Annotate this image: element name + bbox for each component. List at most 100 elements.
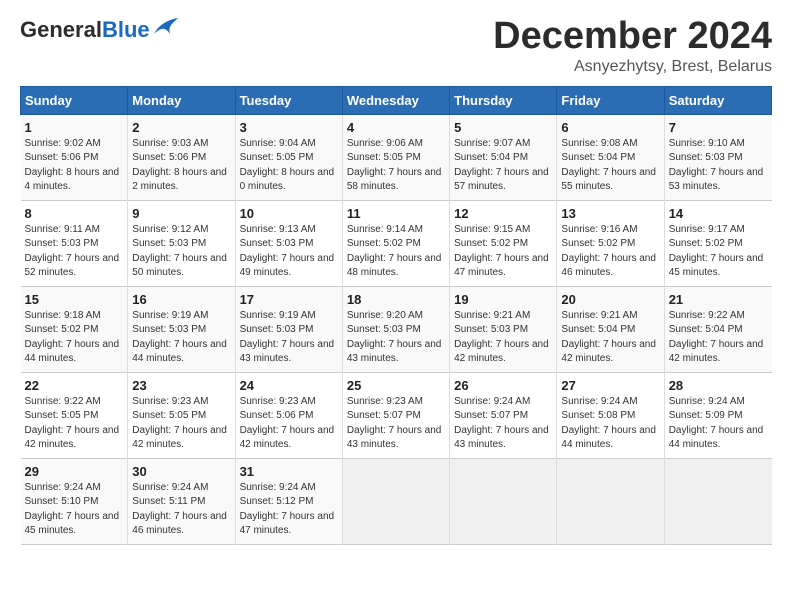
day-info: Sunrise: 9:03 AMSunset: 5:06 PMDaylight:…: [132, 137, 230, 195]
day-number: 19: [454, 292, 552, 307]
day-cell: 17Sunrise: 9:19 AMSunset: 5:03 PMDayligh…: [235, 286, 342, 372]
day-info: Sunrise: 9:24 AMSunset: 5:10 PMDaylight:…: [25, 481, 124, 539]
day-info: Sunrise: 9:06 AMSunset: 5:05 PMDaylight:…: [347, 137, 445, 195]
day-cell: 8 Sunrise: 9:11 AMSunset: 5:03 PMDaylight…: [21, 200, 128, 286]
day-header-saturday: Saturday: [664, 86, 771, 114]
day-cell: 27Sunrise: 9:24 AMSunset: 5:08 PMDayligh…: [557, 372, 664, 458]
day-cell: 22 Sunrise: 9:22 AMSunset: 5:05 PMDayligh…: [21, 372, 128, 458]
day-header-friday: Friday: [557, 86, 664, 114]
day-number: 31: [240, 464, 338, 479]
day-info: Sunrise: 9:21 AMSunset: 5:04 PMDaylight:…: [561, 309, 659, 367]
day-number: 9: [132, 206, 230, 221]
day-number: 6: [561, 120, 659, 135]
day-number: 5: [454, 120, 552, 135]
day-info: Sunrise: 9:24 AMSunset: 5:07 PMDaylight:…: [454, 395, 552, 453]
day-number: 1: [25, 120, 124, 135]
day-info: Sunrise: 9:02 AMSunset: 5:06 PMDaylight:…: [25, 137, 124, 195]
day-info: Sunrise: 9:20 AMSunset: 5:03 PMDaylight:…: [347, 309, 445, 367]
day-cell: [342, 458, 449, 544]
day-cell: 16Sunrise: 9:19 AMSunset: 5:03 PMDayligh…: [128, 286, 235, 372]
day-number: 8: [25, 206, 124, 221]
day-info: Sunrise: 9:10 AMSunset: 5:03 PMDaylight:…: [669, 137, 768, 195]
day-number: 26: [454, 378, 552, 393]
day-cell: 7 Sunrise: 9:10 AMSunset: 5:03 PMDaylight…: [664, 114, 771, 200]
day-cell: 30Sunrise: 9:24 AMSunset: 5:11 PMDayligh…: [128, 458, 235, 544]
calendar-table: SundayMondayTuesdayWednesdayThursdayFrid…: [20, 86, 772, 545]
day-info: Sunrise: 9:14 AMSunset: 5:02 PMDaylight:…: [347, 223, 445, 281]
day-info: Sunrise: 9:22 AMSunset: 5:05 PMDaylight:…: [25, 395, 124, 453]
day-number: 14: [669, 206, 768, 221]
day-cell: 20Sunrise: 9:21 AMSunset: 5:04 PMDayligh…: [557, 286, 664, 372]
header-row: SundayMondayTuesdayWednesdayThursdayFrid…: [21, 86, 772, 114]
day-header-sunday: Sunday: [21, 86, 128, 114]
day-number: 12: [454, 206, 552, 221]
day-info: Sunrise: 9:23 AMSunset: 5:06 PMDaylight:…: [240, 395, 338, 453]
day-number: 13: [561, 206, 659, 221]
day-number: 29: [25, 464, 124, 479]
day-cell: 15 Sunrise: 9:18 AMSunset: 5:02 PMDayligh…: [21, 286, 128, 372]
day-info: Sunrise: 9:23 AMSunset: 5:05 PMDaylight:…: [132, 395, 230, 453]
day-number: 25: [347, 378, 445, 393]
day-number: 4: [347, 120, 445, 135]
week-row-2: 8 Sunrise: 9:11 AMSunset: 5:03 PMDaylight…: [21, 200, 772, 286]
header: General Blue December 2024 Asnyezhytsy, …: [20, 16, 772, 76]
day-number: 22: [25, 378, 124, 393]
day-number: 27: [561, 378, 659, 393]
day-info: Sunrise: 9:13 AMSunset: 5:03 PMDaylight:…: [240, 223, 338, 281]
day-cell: 23 Sunrise: 9:23 AMSunset: 5:05 PMDayligh…: [128, 372, 235, 458]
day-cell: 10Sunrise: 9:13 AMSunset: 5:03 PMDayligh…: [235, 200, 342, 286]
page: General Blue December 2024 Asnyezhytsy, …: [0, 0, 792, 612]
calendar-header: SundayMondayTuesdayWednesdayThursdayFrid…: [21, 86, 772, 114]
day-cell: 18 Sunrise: 9:20 AMSunset: 5:03 PMDayligh…: [342, 286, 449, 372]
day-info: Sunrise: 9:24 AMSunset: 5:11 PMDaylight:…: [132, 481, 230, 539]
day-info: Sunrise: 9:11 AMSunset: 5:03 PMDaylight:…: [25, 223, 124, 281]
day-info: Sunrise: 9:23 AMSunset: 5:07 PMDaylight:…: [347, 395, 445, 453]
day-cell: 9Sunrise: 9:12 AMSunset: 5:03 PMDaylight…: [128, 200, 235, 286]
day-number: 24: [240, 378, 338, 393]
day-cell: 26 Sunrise: 9:24 AMSunset: 5:07 PMDayligh…: [450, 372, 557, 458]
day-info: Sunrise: 9:08 AMSunset: 5:04 PMDaylight:…: [561, 137, 659, 195]
day-info: Sunrise: 9:18 AMSunset: 5:02 PMDaylight:…: [25, 309, 124, 367]
day-cell: 29 Sunrise: 9:24 AMSunset: 5:10 PMDayligh…: [21, 458, 128, 544]
week-row-3: 15 Sunrise: 9:18 AMSunset: 5:02 PMDayligh…: [21, 286, 772, 372]
day-cell: 31 Sunrise: 9:24 AMSunset: 5:12 PMDayligh…: [235, 458, 342, 544]
day-number: 7: [669, 120, 768, 135]
day-number: 16: [132, 292, 230, 307]
day-cell: [450, 458, 557, 544]
day-info: Sunrise: 9:04 AMSunset: 5:05 PMDaylight:…: [240, 137, 338, 195]
day-number: 18: [347, 292, 445, 307]
day-cell: 25 Sunrise: 9:23 AMSunset: 5:07 PMDayligh…: [342, 372, 449, 458]
day-cell: 19 Sunrise: 9:21 AMSunset: 5:03 PMDayligh…: [450, 286, 557, 372]
day-cell: 1 Sunrise: 9:02 AMSunset: 5:06 PMDaylight…: [21, 114, 128, 200]
day-number: 21: [669, 292, 768, 307]
logo-bird-icon: [152, 16, 180, 44]
day-cell: 14Sunrise: 9:17 AMSunset: 5:02 PMDayligh…: [664, 200, 771, 286]
location-subtitle: Asnyezhytsy, Brest, Belarus: [493, 58, 772, 76]
day-number: 11: [347, 206, 445, 221]
day-info: Sunrise: 9:21 AMSunset: 5:03 PMDaylight:…: [454, 309, 552, 367]
day-number: 15: [25, 292, 124, 307]
day-cell: 4 Sunrise: 9:06 AMSunset: 5:05 PMDaylight…: [342, 114, 449, 200]
day-info: Sunrise: 9:16 AMSunset: 5:02 PMDaylight:…: [561, 223, 659, 281]
day-cell: 6 Sunrise: 9:08 AMSunset: 5:04 PMDaylight…: [557, 114, 664, 200]
day-cell: [664, 458, 771, 544]
day-info: Sunrise: 9:24 AMSunset: 5:12 PMDaylight:…: [240, 481, 338, 539]
day-number: 3: [240, 120, 338, 135]
day-number: 23: [132, 378, 230, 393]
day-cell: 13 Sunrise: 9:16 AMSunset: 5:02 PMDayligh…: [557, 200, 664, 286]
logo: General Blue: [20, 16, 180, 44]
logo-blue: Blue: [102, 17, 150, 43]
week-row-1: 1 Sunrise: 9:02 AMSunset: 5:06 PMDaylight…: [21, 114, 772, 200]
day-cell: 5 Sunrise: 9:07 AMSunset: 5:04 PMDaylight…: [450, 114, 557, 200]
day-info: Sunrise: 9:24 AMSunset: 5:09 PMDaylight:…: [669, 395, 768, 453]
day-info: Sunrise: 9:07 AMSunset: 5:04 PMDaylight:…: [454, 137, 552, 195]
day-cell: 3 Sunrise: 9:04 AMSunset: 5:05 PMDaylight…: [235, 114, 342, 200]
day-info: Sunrise: 9:15 AMSunset: 5:02 PMDaylight:…: [454, 223, 552, 281]
day-info: Sunrise: 9:19 AMSunset: 5:03 PMDaylight:…: [240, 309, 338, 367]
day-cell: 24 Sunrise: 9:23 AMSunset: 5:06 PMDayligh…: [235, 372, 342, 458]
day-info: Sunrise: 9:22 AMSunset: 5:04 PMDaylight:…: [669, 309, 768, 367]
logo-general: General: [20, 17, 102, 43]
day-header-monday: Monday: [128, 86, 235, 114]
day-cell: 21 Sunrise: 9:22 AMSunset: 5:04 PMDayligh…: [664, 286, 771, 372]
day-cell: 28Sunrise: 9:24 AMSunset: 5:09 PMDayligh…: [664, 372, 771, 458]
